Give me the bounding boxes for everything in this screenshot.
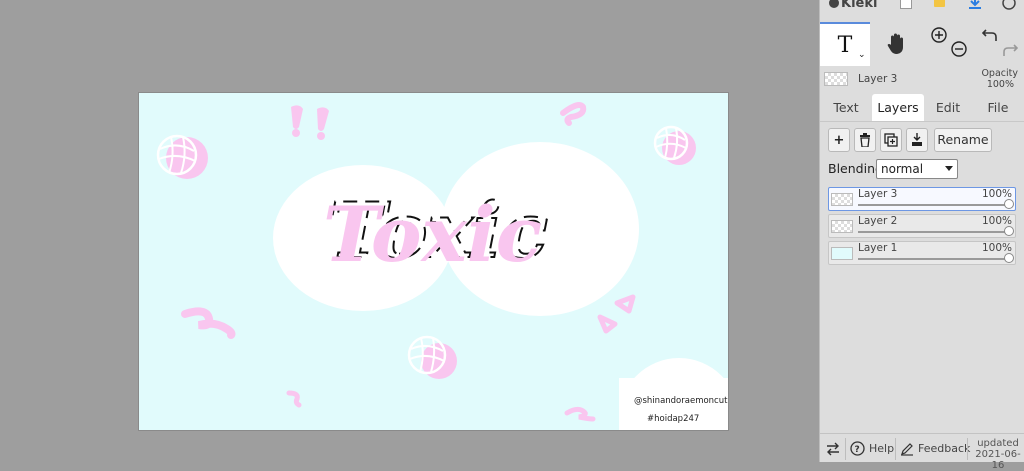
title-fill: Toxic xyxy=(323,190,542,279)
current-layer-thumbnail xyxy=(824,72,848,86)
svg-text:?: ? xyxy=(855,445,860,455)
slider-knob[interactable] xyxy=(1004,199,1014,209)
current-layer-bar: Layer 3 Opacity 100% xyxy=(820,68,1024,92)
layer-name: Layer 2 xyxy=(858,215,898,227)
layer-name: Layer 3 xyxy=(858,188,898,200)
help-label: Help xyxy=(869,442,895,455)
divider xyxy=(967,438,968,460)
tool-row: T ⌄ xyxy=(820,22,1024,66)
layer-item-3[interactable]: Layer 3 100% xyxy=(828,187,1016,211)
layer-name: Layer 1 xyxy=(858,242,898,254)
slider-knob[interactable] xyxy=(1004,253,1014,263)
panel-tabs: Text Layers Edit File xyxy=(820,94,1024,122)
swap-arrows-icon xyxy=(827,442,839,455)
plus-icon: + xyxy=(833,132,845,148)
help-button[interactable]: ? Help xyxy=(850,434,894,463)
pencil-icon xyxy=(901,442,913,456)
add-layer-button[interactable]: + xyxy=(828,128,850,152)
blending-label: Blending xyxy=(828,161,883,176)
download-icon[interactable] xyxy=(968,0,982,9)
blending-row: Blending normal xyxy=(828,159,1024,181)
layer-thumbnail xyxy=(831,193,853,206)
side-panel: Kleki T ⌄ Layer 3 Opacity 100% Text Laye… xyxy=(819,0,1024,471)
tab-text[interactable]: Text xyxy=(824,94,868,121)
triangles xyxy=(597,294,636,334)
layer-opacity-slider[interactable] xyxy=(858,226,1014,236)
merge-down-icon xyxy=(912,133,922,146)
layer-opacity-slider[interactable] xyxy=(858,253,1014,263)
help-icon: ? xyxy=(850,441,865,456)
artwork: Toxic Toxic @shinandoraemoncute #hoidap2… xyxy=(156,102,728,430)
drawing-canvas[interactable]: Toxic Toxic @shinandoraemoncute #hoidap2… xyxy=(139,93,728,430)
new-file-icon[interactable] xyxy=(900,0,914,9)
divider xyxy=(845,438,846,460)
tab-divider xyxy=(820,121,1024,122)
redo-icon[interactable] xyxy=(1002,42,1018,58)
updated-label: updated xyxy=(977,438,1019,449)
ball-bottom xyxy=(407,335,457,379)
undo-redo-buttons xyxy=(976,22,1024,66)
opacity-label: Opacity xyxy=(981,68,1018,79)
ball-left-top xyxy=(156,134,208,179)
layer-item-1[interactable]: Layer 1 100% xyxy=(828,241,1016,265)
app-name: Kleki xyxy=(841,0,878,11)
credit-hashtag: #hoidap247 xyxy=(647,414,699,424)
logo-icon xyxy=(829,0,839,8)
chevron-down-icon: ⌄ xyxy=(858,50,866,60)
import-icon[interactable] xyxy=(934,0,948,9)
merge-layer-button[interactable] xyxy=(906,128,928,152)
hand-tool-button[interactable] xyxy=(872,22,922,66)
bottom-bar: ? Help Feedback updated 2021-06-16 xyxy=(820,433,1024,471)
feedback-label: Feedback xyxy=(918,442,971,455)
text-tool-button[interactable]: T ⌄ xyxy=(820,22,870,66)
zoom-buttons xyxy=(924,22,974,66)
blending-value: normal xyxy=(881,162,924,176)
help-circle-icon[interactable] xyxy=(1002,0,1016,10)
swap-panel-button[interactable] xyxy=(826,434,840,463)
drawing-workspace[interactable]: Toxic Toxic @shinandoraemoncute #hoidap2… xyxy=(0,0,819,462)
slider-knob[interactable] xyxy=(1004,226,1014,236)
tab-edit[interactable]: Edit xyxy=(928,94,968,121)
hand-icon xyxy=(887,33,903,54)
trash-icon xyxy=(860,133,870,147)
layer-thumbnail xyxy=(831,220,853,233)
rename-layer-button[interactable]: Rename xyxy=(934,128,992,152)
top-bar: Kleki xyxy=(820,0,1024,22)
title-toxic: Toxic Toxic xyxy=(323,185,549,279)
squiggle-bottom-center xyxy=(564,406,596,422)
feedback-button[interactable]: Feedback xyxy=(900,434,970,463)
duplicate-layer-button[interactable] xyxy=(880,128,902,152)
duplicate-icon xyxy=(884,133,898,147)
ball-right-top xyxy=(653,125,696,165)
blending-select[interactable]: normal xyxy=(876,159,958,179)
chevron-down-icon xyxy=(945,166,953,171)
undo-icon[interactable] xyxy=(982,27,998,43)
delete-layer-button[interactable] xyxy=(854,128,876,152)
squiggle-left xyxy=(181,307,236,339)
text-tool-glyph: T xyxy=(837,32,853,58)
opacity-value: 100% xyxy=(986,79,1014,90)
app-logo[interactable]: Kleki xyxy=(829,0,877,11)
layer-item-2[interactable]: Layer 2 100% xyxy=(828,214,1016,238)
squiggle-top-right xyxy=(560,102,587,126)
credit-handle: @shinandoraemoncute xyxy=(634,396,728,406)
zoom-out-icon[interactable] xyxy=(950,40,968,58)
layer-opacity-slider[interactable] xyxy=(858,199,1014,209)
divider xyxy=(895,438,896,460)
updated-info[interactable]: updated 2021-06-16 xyxy=(972,438,1024,471)
layer-thumbnail xyxy=(831,247,853,260)
tab-file[interactable]: File xyxy=(978,94,1018,121)
zoom-in-icon[interactable] xyxy=(930,26,948,44)
exclamation-marks xyxy=(291,105,329,140)
updated-date: 2021-06-16 xyxy=(975,449,1021,471)
tab-layers[interactable]: Layers xyxy=(872,94,924,121)
current-layer-name: Layer 3 xyxy=(858,73,898,85)
squiggle-bottom-left xyxy=(286,390,302,408)
